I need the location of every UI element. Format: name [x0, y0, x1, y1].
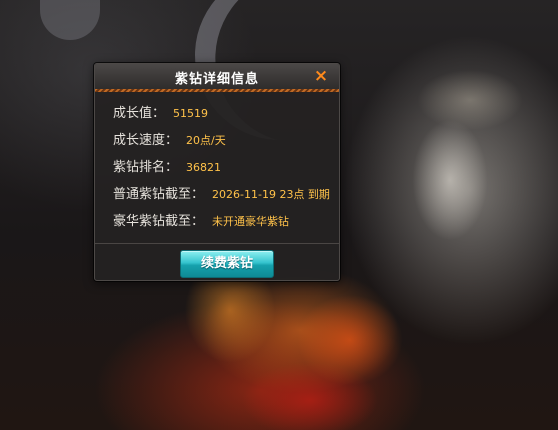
growth-speed-value: 20点/天 [186, 134, 226, 147]
game-scene-background: 紫钻详细信息 × 成长值： 51519 成长速度： 20点/天 紫钻排名： 36821… [0, 0, 558, 430]
luxury-expiry-value: 未开通豪华紫钻 [212, 215, 290, 228]
growth-value-row: 成长值： 51519 [113, 102, 330, 129]
renew-button[interactable]: 续费紫钻 [180, 250, 274, 278]
ranking-value: 36821 [186, 161, 222, 174]
growth-value: 51519 [173, 107, 209, 120]
close-icon[interactable]: × [313, 67, 329, 85]
heart-decoration [40, 0, 100, 40]
luxury-expiry-label: 豪华紫钻截至： [113, 214, 205, 229]
purple-diamond-info-dialog: 紫钻详细信息 × 成长值： 51519 成长速度： 20点/天 紫钻排名： 36821… [94, 63, 340, 281]
growth-value-label: 成长值： [113, 106, 166, 121]
normal-expiry-row: 普通紫钻截至： 2026-11-19 23点 到期 [113, 183, 330, 210]
normal-expiry-value: 2026-11-19 23点 到期 [212, 188, 330, 201]
dialog-header: 紫钻详细信息 × [95, 64, 339, 92]
dialog-title: 紫钻详细信息 [174, 72, 259, 87]
info-rows: 成长值： 51519 成长速度： 20点/天 紫钻排名： 36821 普通紫钻截至： 2… [113, 102, 330, 237]
luxury-expiry-row: 豪华紫钻截至： 未开通豪华紫钻 [113, 210, 330, 237]
growth-speed-row: 成长速度： 20点/天 [113, 129, 330, 156]
growth-speed-label: 成长速度： [113, 133, 179, 148]
ranking-row: 紫钻排名： 36821 [113, 156, 330, 183]
ranking-label: 紫钻排名： [113, 160, 179, 175]
normal-expiry-label: 普通紫钻截至： [113, 187, 205, 202]
footer-divider [95, 243, 339, 244]
